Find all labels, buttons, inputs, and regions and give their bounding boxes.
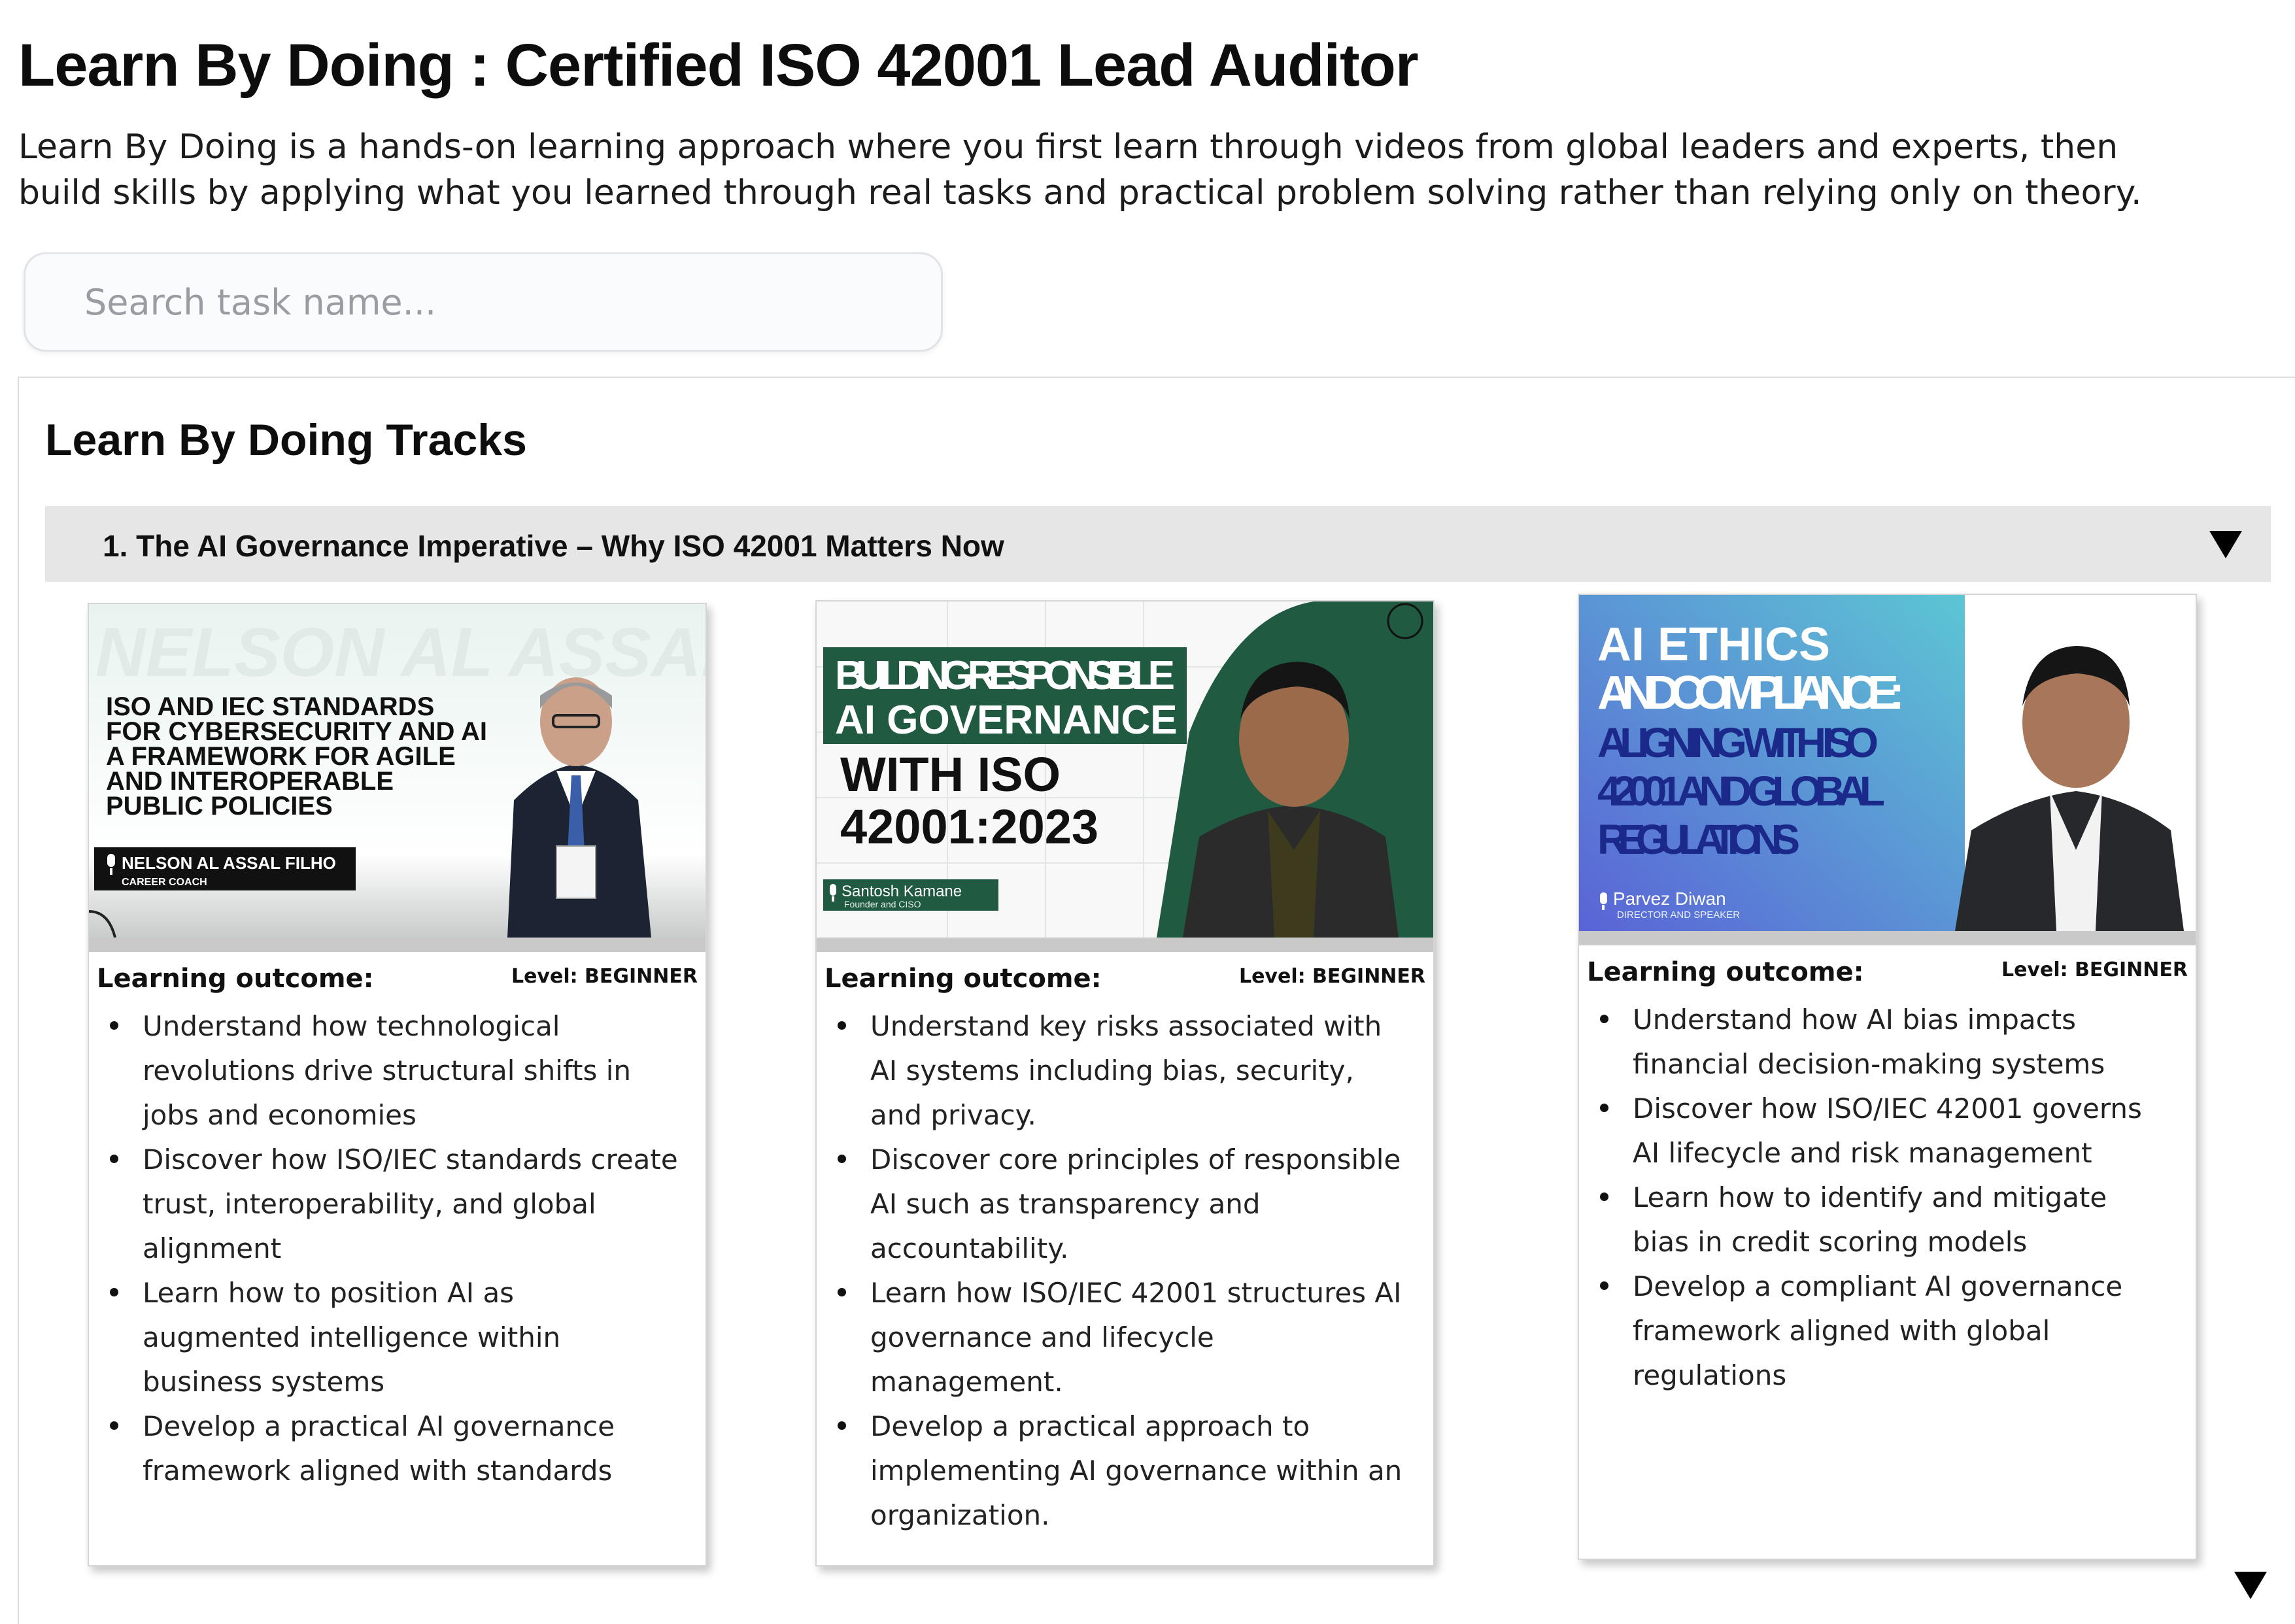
list-item: Understand how AI bias impacts financial… <box>1600 998 2169 1087</box>
speaker-name: NELSON AL ASSAL FILHO <box>122 853 336 873</box>
page-description: Learn By Doing is a hands-on learning ap… <box>18 127 2142 212</box>
thumbnail-headline-line: ANDCOMPLIANCE: <box>1597 667 1905 719</box>
search-input[interactable] <box>26 254 941 350</box>
list-item: Develop a practical approach to implemen… <box>838 1404 1407 1538</box>
search-box[interactable] <box>24 252 943 352</box>
speaker-role: Founder and CISO <box>844 899 921 909</box>
tracks-title: Learn By Doing Tracks <box>45 415 527 465</box>
speaker-name: Parvez Diwan <box>1613 888 1726 909</box>
track-accordion-header[interactable]: 1. The AI Governance Imperative – Why IS… <box>45 506 2271 582</box>
page-title: Learn By Doing : Certified ISO 42001 Lea… <box>18 32 1419 99</box>
thumbnail-headline-line: REGULATIONS <box>1597 816 1800 863</box>
thumbnail-headline-line: 42001:2023 <box>840 800 1098 854</box>
learning-outcome-label: Learning outcome: <box>97 964 374 994</box>
speaker-name: Santosh Kamane <box>842 883 962 900</box>
list-item: Understand key risks associated with AI … <box>838 1004 1407 1138</box>
speaker-role: DIRECTOR AND SPEAKER <box>1617 909 1740 921</box>
list-item: Discover core principles of responsible … <box>838 1138 1407 1271</box>
list-item: Discover how ISO/IEC 42001 governs AI li… <box>1600 1087 2169 1176</box>
learning-outcome-label: Learning outcome: <box>824 964 1102 994</box>
list-item: Develop a compliant AI governance framew… <box>1600 1264 2169 1398</box>
level-badge: Level: BEGINNER <box>511 965 698 988</box>
thumbnail-headline-line: WITH ISO <box>840 747 1061 802</box>
thumbnail-headline-line: AI ETHICS <box>1597 618 1830 671</box>
outcomes-list: Understand key risks associated with AI … <box>838 1004 1407 1538</box>
track-card[interactable]: BUILDING RESPONSIBLE AI GOVERNANCE WITH … <box>815 600 1435 1566</box>
outcomes-list: Understand how AI bias impacts financial… <box>1600 998 2169 1398</box>
thumbnail-headline-line: 42001 AND GLOBAL <box>1597 768 1885 815</box>
thumbnail-headline-line: ALIGNING WITH ISO <box>1597 719 1878 766</box>
video-thumbnail[interactable]: BUILDING RESPONSIBLE AI GOVERNANCE WITH … <box>817 601 1433 938</box>
level-badge: Level: BEGINNER <box>1238 965 1425 988</box>
triangle-down-icon[interactable] <box>2234 1572 2267 1599</box>
thumbnail-headline-line: AI GOVERNANCE <box>835 698 1178 743</box>
list-item: Discover how ISO/IEC standards create tr… <box>110 1138 679 1271</box>
list-item: Understand how technological revolutions… <box>110 1004 679 1138</box>
thumbnail-watermark: NELSON AL ASSAL FILHO <box>95 614 706 691</box>
list-item: Learn how ISO/IEC 42001 structures AI go… <box>838 1271 1407 1404</box>
outcomes-list: Understand how technological revolutions… <box>110 1004 679 1493</box>
learning-outcome-label: Learning outcome: <box>1587 957 1864 987</box>
video-thumbnail[interactable]: AI ETHICS ANDCOMPLIANCE: ALIGNING WITH I… <box>1579 595 2196 931</box>
triangle-down-icon[interactable] <box>2209 531 2242 558</box>
track-card[interactable]: NELSON AL ASSAL FILHO ISO AND IEC STANDA… <box>88 603 707 1566</box>
list-item: Learn how to position AI as augmented in… <box>110 1271 679 1404</box>
tracks-panel: Learn By Doing Tracks 1. The AI Governan… <box>18 377 2295 1624</box>
thumbnail-headline-line: PUBLIC POLICIES <box>106 792 333 820</box>
video-thumbnail[interactable]: NELSON AL ASSAL FILHO ISO AND IEC STANDA… <box>89 604 706 938</box>
list-item: Develop a practical AI governance framew… <box>110 1404 679 1493</box>
list-item: Learn how to identify and mitigate bias … <box>1600 1176 2169 1264</box>
track-title: 1. The AI Governance Imperative – Why IS… <box>103 529 1004 563</box>
thumbnail-headline-line: BUILDING RESPONSIBLE <box>835 653 1175 698</box>
speaker-role: CAREER COACH <box>122 877 207 888</box>
track-card[interactable]: AI ETHICS ANDCOMPLIANCE: ALIGNING WITH I… <box>1578 594 2197 1560</box>
level-badge: Level: BEGINNER <box>2001 958 2188 981</box>
